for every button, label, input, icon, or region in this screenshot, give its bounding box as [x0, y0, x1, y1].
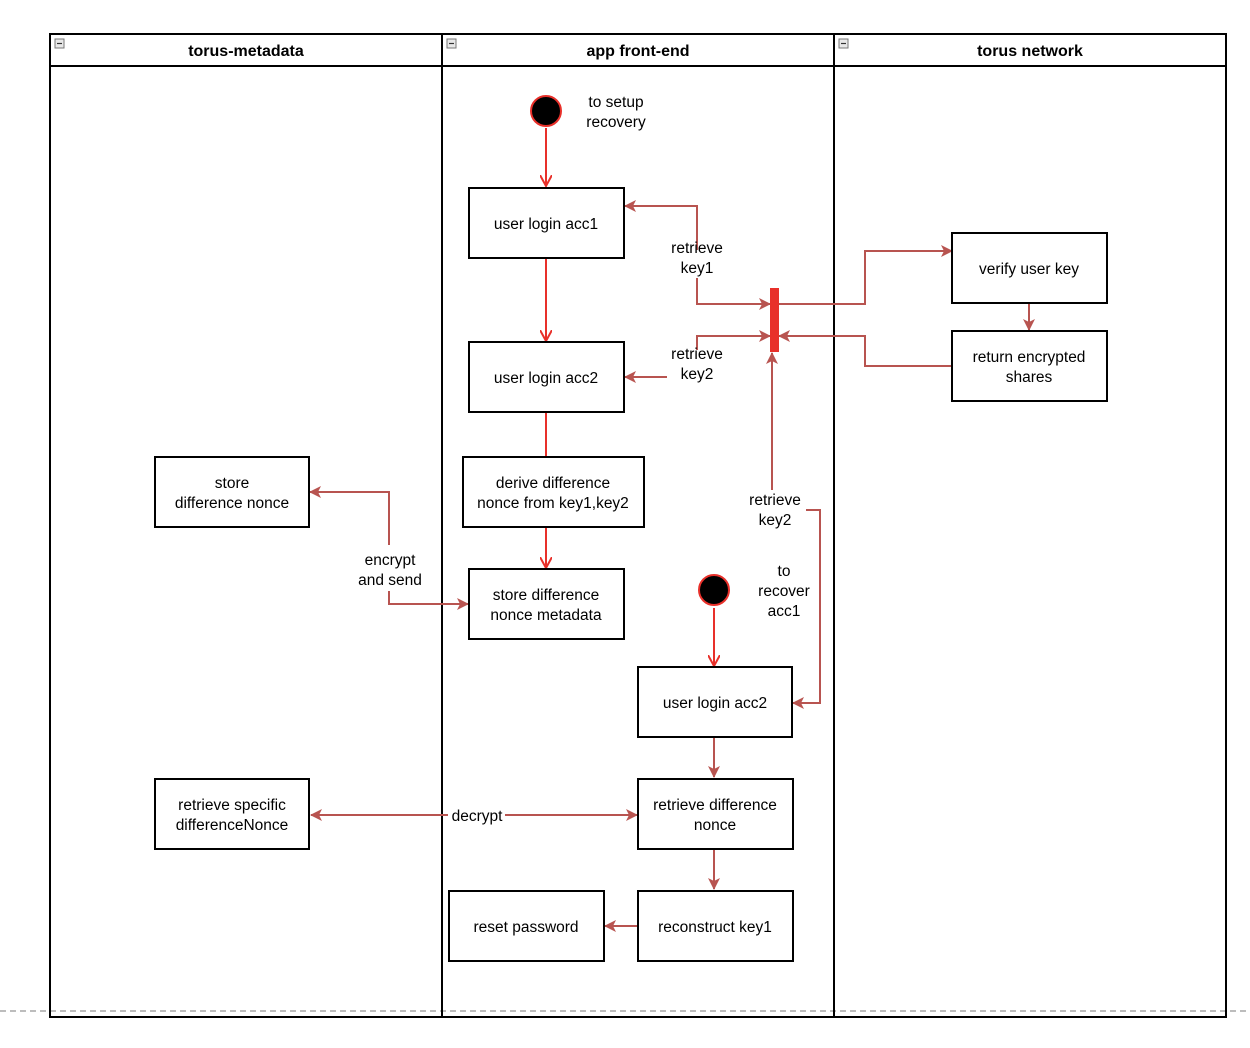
- node-label: difference nonce: [175, 495, 289, 512]
- node-label: retrieve specific: [178, 797, 286, 814]
- lane-torus-network[interactable]: torus network: [833, 33, 1227, 1018]
- edge-label-encrypt-send: encrypt and send: [358, 552, 422, 589]
- edge-label-line: and send: [358, 572, 422, 589]
- node-label: return encrypted: [973, 349, 1086, 366]
- edge-label-decrypt: decrypt: [452, 808, 504, 825]
- edge-label-line: encrypt: [365, 552, 417, 569]
- node-retrieve-nonce[interactable]: retrieve difference nonce: [637, 778, 794, 850]
- start-node-setup[interactable]: to setup recovery: [530, 94, 646, 131]
- minus-box-icon[interactable]: [54, 38, 65, 49]
- start-label-line: to setup: [588, 94, 643, 111]
- activity-diagram: torus-metadata app front-end torus netwo…: [0, 33, 1250, 1018]
- node-label: nonce metadata: [490, 607, 602, 624]
- minus-box-icon[interactable]: [838, 38, 849, 49]
- start-node-recover[interactable]: to recover acc1: [698, 563, 810, 620]
- edge-label-retrieve-key1: retrieve key1: [671, 240, 723, 277]
- edge-label-line: retrieve: [671, 346, 723, 363]
- node-reconstruct-key1[interactable]: reconstruct key1: [637, 890, 794, 962]
- node-retrieve-specific[interactable]: retrieve specific differenceNonce: [154, 778, 310, 850]
- node-login-acc1[interactable]: user login acc1: [468, 187, 625, 259]
- node-label: retrieve difference: [653, 797, 777, 814]
- edge-retrieve-key1-to-sync-bar[interactable]: [696, 278, 771, 310]
- start-label-line: to: [778, 563, 791, 580]
- node-label: nonce from key1,key2: [477, 495, 629, 512]
- node-reset-password[interactable]: reset password: [448, 890, 605, 962]
- node-label: nonce: [694, 817, 736, 834]
- edge-label-line: key1: [681, 260, 714, 277]
- start-label-line: recovery: [586, 114, 646, 131]
- edge-label-line: key2: [681, 366, 714, 383]
- lane-title: torus network: [977, 43, 1083, 60]
- edge-label-line: key2: [759, 512, 792, 529]
- edge-encrypt-to-store-metadata[interactable]: [388, 591, 469, 610]
- node-label: derive difference: [496, 475, 610, 492]
- start-label-line: acc1: [768, 603, 801, 620]
- edge-sync-bar-to-verify-key[interactable]: [778, 245, 953, 305]
- node-label: reset password: [473, 919, 578, 936]
- start-circle-icon: [698, 574, 730, 606]
- node-login-acc2[interactable]: user login acc2: [468, 341, 625, 413]
- edge-label-retrieve-key2-top: retrieve key2: [671, 346, 723, 383]
- node-label: reconstruct key1: [658, 919, 772, 936]
- lane-border: [833, 33, 1227, 1018]
- node-label: user login acc1: [494, 216, 598, 233]
- edge-label-line: retrieve: [671, 240, 723, 257]
- lane-title: app front-end: [586, 43, 689, 60]
- edge-return-shares-to-sync-bar[interactable]: [778, 330, 952, 367]
- start-label-line: recover: [758, 583, 810, 600]
- node-label: user login acc2: [494, 370, 598, 387]
- edge-label-line: retrieve: [749, 492, 801, 509]
- node-derive-nonce[interactable]: derive difference nonce from key1,key2: [462, 456, 645, 528]
- node-label: verify user key: [979, 261, 1079, 278]
- node-store-nonce-metadata[interactable]: store difference nonce metadata: [468, 568, 625, 640]
- node-label: differenceNonce: [176, 817, 289, 834]
- node-label: store difference: [493, 587, 600, 604]
- minus-box-icon[interactable]: [446, 38, 457, 49]
- node-store-nonce[interactable]: store difference nonce: [154, 456, 310, 528]
- lane-title: torus-metadata: [188, 43, 304, 60]
- start-circle-icon: [530, 95, 562, 127]
- edge-label-retrieve-key2-bottom: retrieve key2: [749, 492, 801, 529]
- node-label: user login acc2: [663, 695, 767, 712]
- node-return-shares[interactable]: return encrypted shares: [951, 330, 1108, 402]
- sync-bar[interactable]: [770, 288, 779, 352]
- node-label: shares: [1006, 369, 1053, 386]
- node-verify-key[interactable]: verify user key: [951, 232, 1108, 304]
- node-login-acc2-recover[interactable]: user login acc2: [637, 666, 793, 738]
- edge-encrypt-to-store-nonce[interactable]: [309, 486, 390, 545]
- node-label: store: [215, 475, 249, 492]
